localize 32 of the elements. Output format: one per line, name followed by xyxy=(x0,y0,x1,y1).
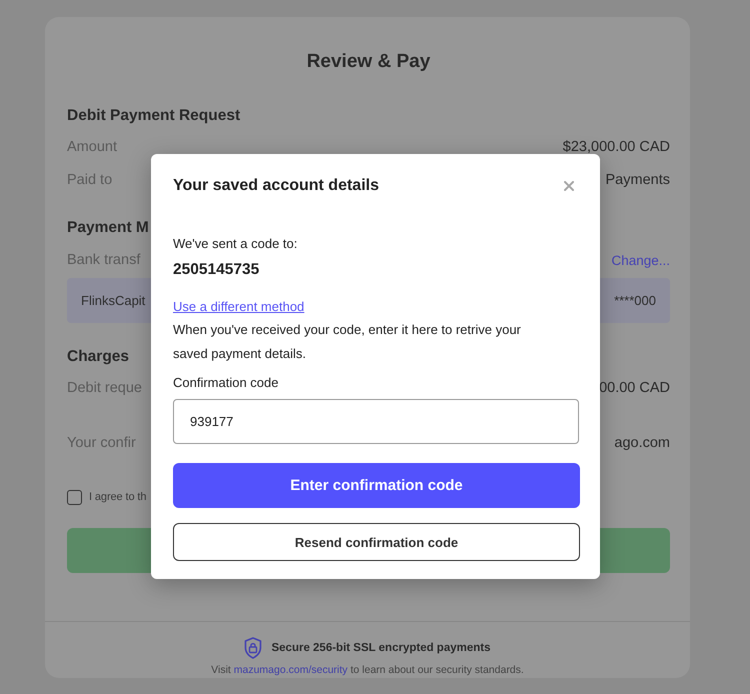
row-label: Debit reque xyxy=(67,380,142,396)
security-link[interactable]: mazumago.com/security xyxy=(234,664,348,676)
agree-label: I agree to th xyxy=(89,491,146,503)
security-note: Visit mazumago.com/security to learn about our security standards. xyxy=(211,663,524,678)
section-heading: Payment M xyxy=(67,218,149,238)
row-label: Paid to xyxy=(67,172,112,188)
close-icon xyxy=(564,181,574,191)
row-value: Payments xyxy=(606,172,670,188)
resend-code-button[interactable]: Resend confirmation code xyxy=(173,523,580,561)
account-name: FlinksCapit xyxy=(81,293,146,308)
close-button[interactable] xyxy=(564,181,574,191)
page-title: Review & Pay xyxy=(306,50,430,74)
agree-checkbox[interactable] xyxy=(67,490,82,504)
section-heading: Debit Payment Request xyxy=(67,106,240,126)
different-method-link[interactable]: Use a different method xyxy=(173,298,304,316)
confirmation-code-input[interactable]: 939177 xyxy=(173,399,579,444)
row-value: $23,000.00 CAD xyxy=(562,139,670,155)
row-value: ago.com xyxy=(614,435,670,451)
account-number: ****000 xyxy=(614,293,656,308)
dialog-title: Your saved account details xyxy=(173,177,379,195)
security-statement: Secure 256-bit SSL encrypted payments xyxy=(271,642,490,654)
enter-code-button[interactable]: Enter confirmation code xyxy=(173,463,580,508)
row-value: 00.00 CAD xyxy=(599,380,670,396)
row-label: Your confir xyxy=(67,435,136,451)
section-heading: Charges xyxy=(67,347,130,367)
shield-lock-icon xyxy=(244,637,262,659)
instructions-text: When you've received your code, enter it here to retrive your saved payment details. xyxy=(173,321,522,363)
row-label: Bank transf xyxy=(67,252,140,268)
row-label: Amount xyxy=(67,139,117,155)
field-label: Confirmation code xyxy=(173,374,278,392)
phone-number: 2505145735 xyxy=(173,260,260,280)
code-sent-text: We've sent a code to: xyxy=(173,235,298,253)
